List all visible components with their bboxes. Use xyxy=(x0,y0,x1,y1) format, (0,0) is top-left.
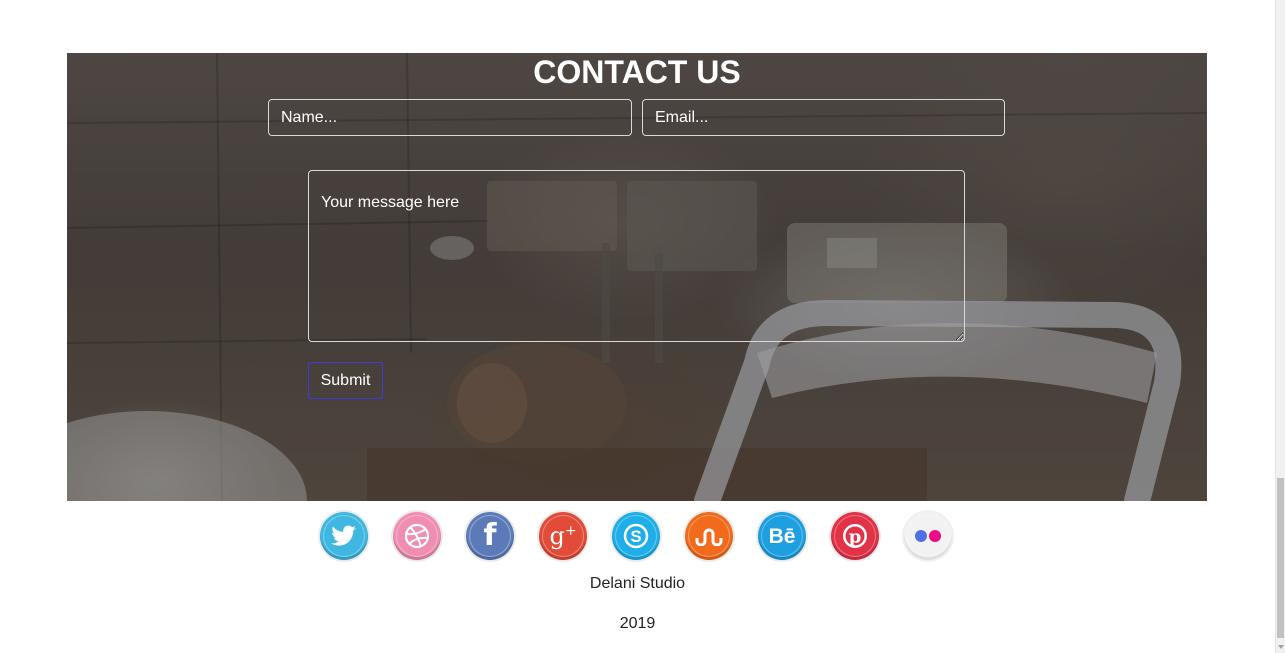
twitter-icon[interactable] xyxy=(320,512,368,560)
email-input[interactable] xyxy=(642,99,1005,136)
contact-title: CONTACT US xyxy=(533,54,741,90)
flickr-icon[interactable] xyxy=(904,512,952,560)
name-input[interactable] xyxy=(268,99,632,136)
footer-year: 2019 xyxy=(619,615,656,632)
google-plus-icon[interactable]: g+ xyxy=(539,512,587,560)
submit-button[interactable]: Submit xyxy=(308,362,383,399)
facebook-icon[interactable]: f xyxy=(466,512,514,560)
page-scrollbar[interactable] xyxy=(1275,0,1285,653)
stumbleupon-icon[interactable] xyxy=(685,512,733,560)
dribbble-icon[interactable] xyxy=(393,512,441,560)
message-textarea[interactable] xyxy=(308,170,965,342)
facebook-f-glyph: f xyxy=(483,518,497,553)
page: CONTACT US Submit f g+ xyxy=(0,0,1285,653)
pinterest-icon[interactable]: p xyxy=(831,512,879,560)
scrollbar-thumb[interactable] xyxy=(1277,478,1284,638)
skype-icon[interactable]: S xyxy=(612,512,660,560)
contact-section: CONTACT US Submit xyxy=(67,53,1207,501)
behance-icon[interactable]: Bē xyxy=(758,512,806,560)
behance-be-glyph: Bē xyxy=(768,524,796,548)
scroll-down-arrow-icon[interactable] xyxy=(1278,645,1284,649)
google-plus-glyph: g+ xyxy=(549,522,577,550)
footer-studio-name: Delani Studio xyxy=(589,575,686,592)
